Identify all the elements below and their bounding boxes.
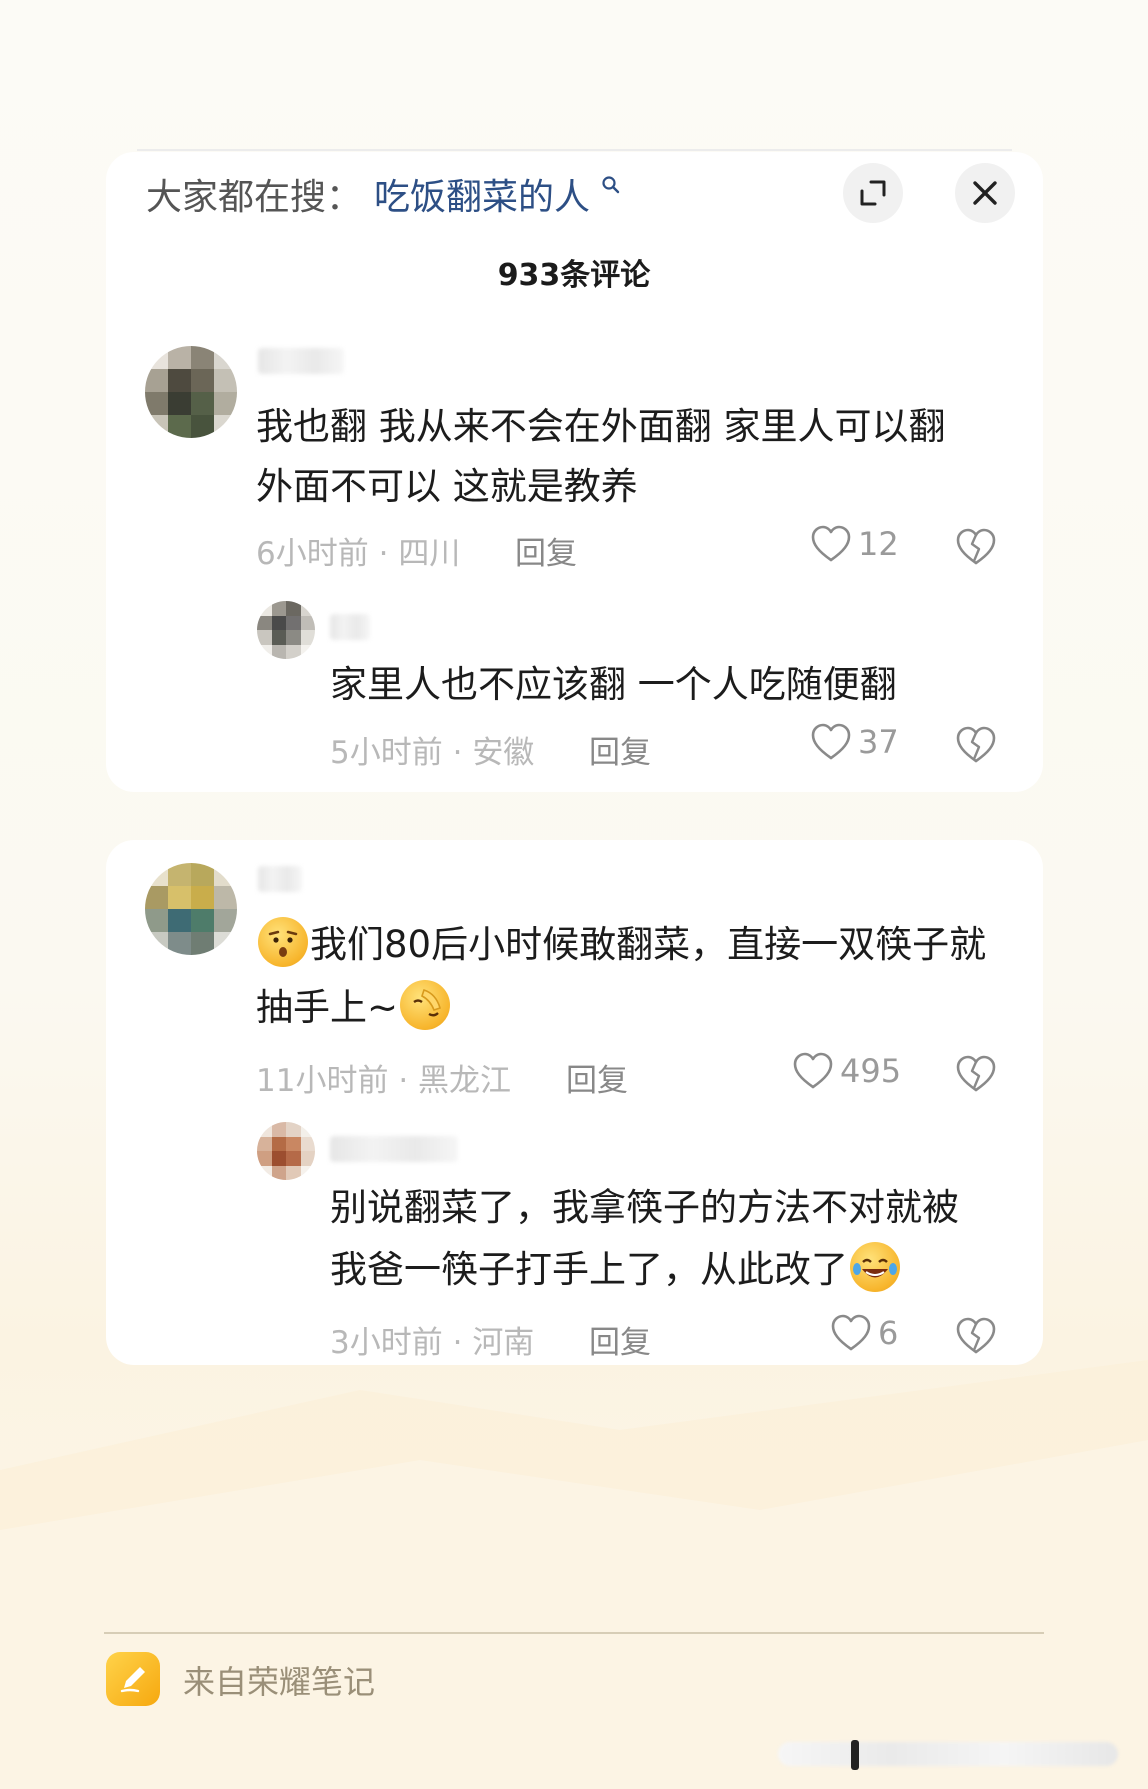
pen-icon	[120, 1667, 145, 1693]
heart-icon	[793, 1052, 833, 1089]
meta-dot: ·	[452, 1325, 473, 1361]
search-icon	[602, 176, 620, 194]
heart-icon	[811, 525, 851, 562]
background-wave	[0, 1360, 1148, 1789]
comment-time: 11小时前	[256, 1063, 389, 1099]
like-button[interactable]: 37	[810, 722, 899, 762]
reply-text-line: 我爸一筷子打手上了，从此改了	[330, 1240, 902, 1300]
comment-text: 抽手上~	[256, 986, 399, 1029]
reply-location: 河南	[472, 1325, 535, 1361]
username[interactable]	[258, 348, 344, 374]
reply-button[interactable]: 回复	[589, 1317, 651, 1362]
close-icon	[973, 181, 997, 205]
watermark-blur	[778, 1742, 1118, 1766]
dislike-broken-heart-icon[interactable]	[955, 526, 997, 568]
expand-icon	[860, 180, 886, 206]
comment-text: 我们80后小时候敢翻菜，直接一双筷子就	[310, 923, 987, 966]
reply-location: 安徽	[472, 735, 535, 771]
heart-icon	[811, 723, 851, 760]
comment-location: 黑龙江	[418, 1063, 512, 1099]
search-term-link[interactable]: 吃饭翻菜的人	[374, 168, 590, 220]
reply-button[interactable]: 回复	[515, 528, 577, 573]
reply-text: 我爸一筷子打手上了，从此改了	[330, 1248, 848, 1291]
heart-icon	[831, 1314, 871, 1351]
footer-source-text: 来自荣耀笔记	[183, 1663, 376, 1701]
comment-text-line: 我们80后小时候敢翻菜，直接一双筷子就	[256, 915, 986, 975]
close-button[interactable]	[955, 163, 1015, 223]
reply-button[interactable]: 回复	[589, 727, 651, 772]
comment-meta: 6小时前 · 四川	[256, 528, 460, 573]
comment-text-line: 外面不可以 这就是教养	[256, 465, 638, 508]
comment-time: 6小时前	[256, 536, 369, 572]
top-divider	[137, 149, 1012, 151]
reply-time: 5小时前	[330, 735, 443, 771]
search-prompt-label: 大家都在搜：	[146, 177, 363, 218]
reply-meta: 3小时前 · 河南	[330, 1317, 534, 1362]
reply-button[interactable]: 回复	[566, 1055, 628, 1100]
like-button[interactable]: 12	[810, 524, 899, 564]
like-count: 6	[878, 1314, 899, 1352]
facepalm-emoji-icon	[400, 980, 451, 1030]
reply-text-line: 家里人也不应该翻 一个人吃随便翻	[330, 663, 897, 706]
username[interactable]	[330, 1136, 458, 1162]
like-count: 495	[840, 1052, 902, 1090]
shocked-face-emoji-icon	[258, 917, 308, 967]
notes-app-icon	[106, 1652, 160, 1706]
username[interactable]	[330, 614, 370, 640]
comment-count-title: 933条评论	[497, 258, 651, 293]
laughing-tears-emoji-icon	[850, 1242, 900, 1292]
meta-dot: ·	[398, 1063, 419, 1099]
comment-text-line: 我也翻 我从来不会在外面翻 家里人可以翻	[256, 405, 946, 448]
like-count: 12	[858, 525, 899, 563]
avatar[interactable]	[145, 346, 237, 438]
like-button[interactable]: 6	[830, 1313, 898, 1353]
home-indicator-bar	[851, 1740, 859, 1770]
avatar[interactable]	[257, 601, 315, 659]
avatar[interactable]	[257, 1122, 315, 1180]
meta-dot: ·	[378, 536, 399, 572]
reply-text-line: 别说翻菜了，我拿筷子的方法不对就被	[330, 1186, 959, 1229]
comment-meta: 11小时前 · 黑龙江	[256, 1055, 511, 1100]
dislike-broken-heart-icon[interactable]	[955, 1053, 997, 1095]
dislike-broken-heart-icon[interactable]	[955, 724, 997, 766]
meta-dot: ·	[452, 735, 473, 771]
like-count: 37	[858, 723, 899, 761]
dislike-broken-heart-icon[interactable]	[955, 1315, 997, 1357]
footer-divider	[104, 1632, 1044, 1634]
comment-text-line: 抽手上~	[256, 978, 452, 1038]
like-button[interactable]: 495	[792, 1051, 901, 1091]
expand-button[interactable]	[843, 163, 903, 223]
comment-location: 四川	[398, 536, 461, 572]
avatar[interactable]	[145, 863, 237, 955]
reply-time: 3小时前	[330, 1325, 443, 1361]
username[interactable]	[258, 866, 302, 892]
reply-meta: 5小时前 · 安徽	[330, 727, 534, 772]
